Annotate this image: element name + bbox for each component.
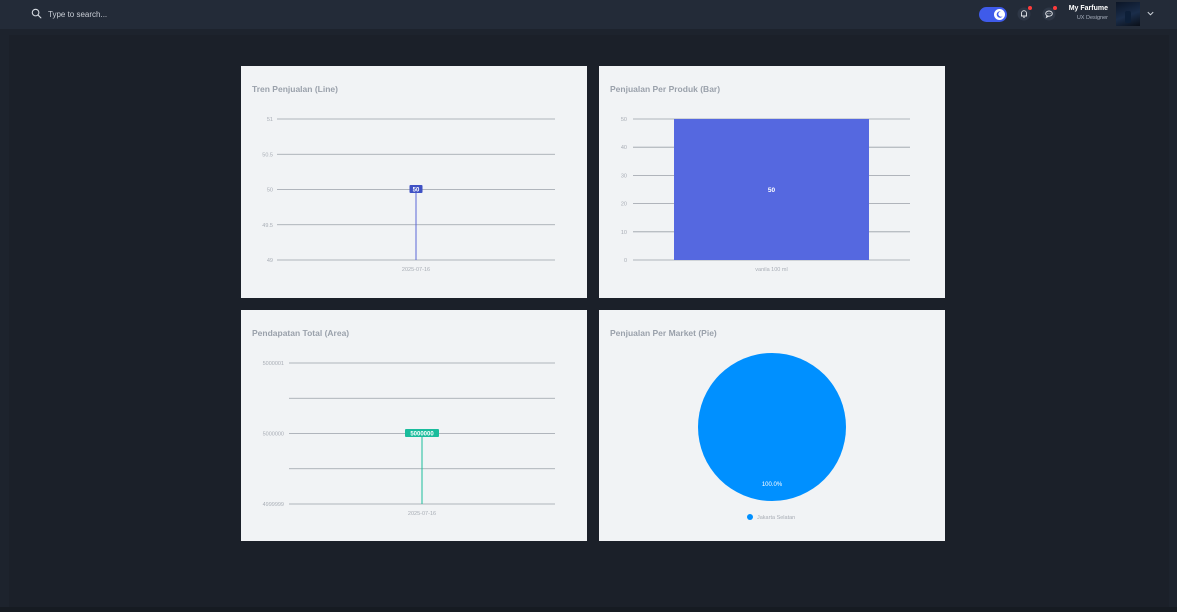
data-label: 50 xyxy=(768,187,776,194)
legend-marker xyxy=(747,514,753,520)
data-label: 50 xyxy=(413,188,420,194)
search-icon[interactable] xyxy=(31,8,42,19)
search-input[interactable] xyxy=(48,8,248,21)
user-role: UX Designer xyxy=(1076,15,1108,21)
pie-slice xyxy=(698,353,846,501)
dashboard-content xyxy=(9,35,1169,608)
y-tick-label: 51 xyxy=(267,117,273,123)
line-chart: 51 50.5 50 49.5 49 50 2025-07-16 xyxy=(262,117,555,273)
notification-button[interactable] xyxy=(1017,6,1032,21)
data-label: 5000000 xyxy=(410,432,434,438)
y-tick-label: 50.5 xyxy=(262,152,273,158)
user-name[interactable]: My Farfume xyxy=(1069,5,1108,12)
area-chart: 5000001 5000000 4999999 5000000 2025-07-16 xyxy=(263,361,555,517)
y-tick-label: 50 xyxy=(621,117,627,123)
line-chart-card: Tren Penjualan (Line) 51 50.5 50 49.5 49 50 20… xyxy=(241,66,587,298)
y-tick-label: 4999999 xyxy=(263,502,284,508)
message-dot xyxy=(1053,6,1057,10)
y-tick-label: 49.5 xyxy=(262,223,273,229)
y-tick-label: 30 xyxy=(621,173,627,179)
bottom-scrollbar[interactable] xyxy=(0,607,1177,612)
y-tick-label: 40 xyxy=(621,145,627,151)
x-tick-label: 2025-07-16 xyxy=(408,511,436,517)
y-tick-label: 20 xyxy=(621,202,627,208)
y-tick-label: 5000000 xyxy=(263,432,284,438)
x-tick-label: vanila 100 ml xyxy=(755,267,787,273)
slice-label: 100.0% xyxy=(762,482,783,488)
avatar[interactable] xyxy=(1116,2,1140,26)
y-tick-label: 10 xyxy=(621,230,627,236)
y-tick-label: 5000001 xyxy=(263,361,284,367)
theme-toggle[interactable] xyxy=(979,7,1007,22)
avatar-image xyxy=(1125,11,1131,23)
messages-button[interactable] xyxy=(1042,6,1057,21)
top-navbar: My Farfume UX Designer xyxy=(0,0,1177,29)
area-chart-card: Pendapatan Total (Area) 5000001 5000000 49… xyxy=(241,310,587,541)
y-tick-label: 50 xyxy=(267,188,273,194)
bar-chart-card: Penjualan Per Produk (Bar) 50 40 30 20 10 0 50… xyxy=(599,66,945,298)
y-tick-label: 49 xyxy=(267,258,273,264)
x-tick-label: 2025-07-16 xyxy=(402,267,430,273)
y-tick-label: 0 xyxy=(624,258,627,264)
pie-chart: 100.0% Jakarta Selatan xyxy=(698,353,846,521)
moon-icon xyxy=(996,11,1003,18)
pie-chart-card: Penjualan Per Market (Pie) 100.0% Jakarta… xyxy=(599,310,945,541)
bar-chart: 50 40 30 20 10 0 50 vanila 100 ml xyxy=(621,117,910,273)
legend-label: Jakarta Selatan xyxy=(757,515,795,521)
chevron-down-icon[interactable] xyxy=(1146,9,1155,18)
toggle-knob xyxy=(994,9,1005,20)
notification-dot xyxy=(1028,6,1032,10)
